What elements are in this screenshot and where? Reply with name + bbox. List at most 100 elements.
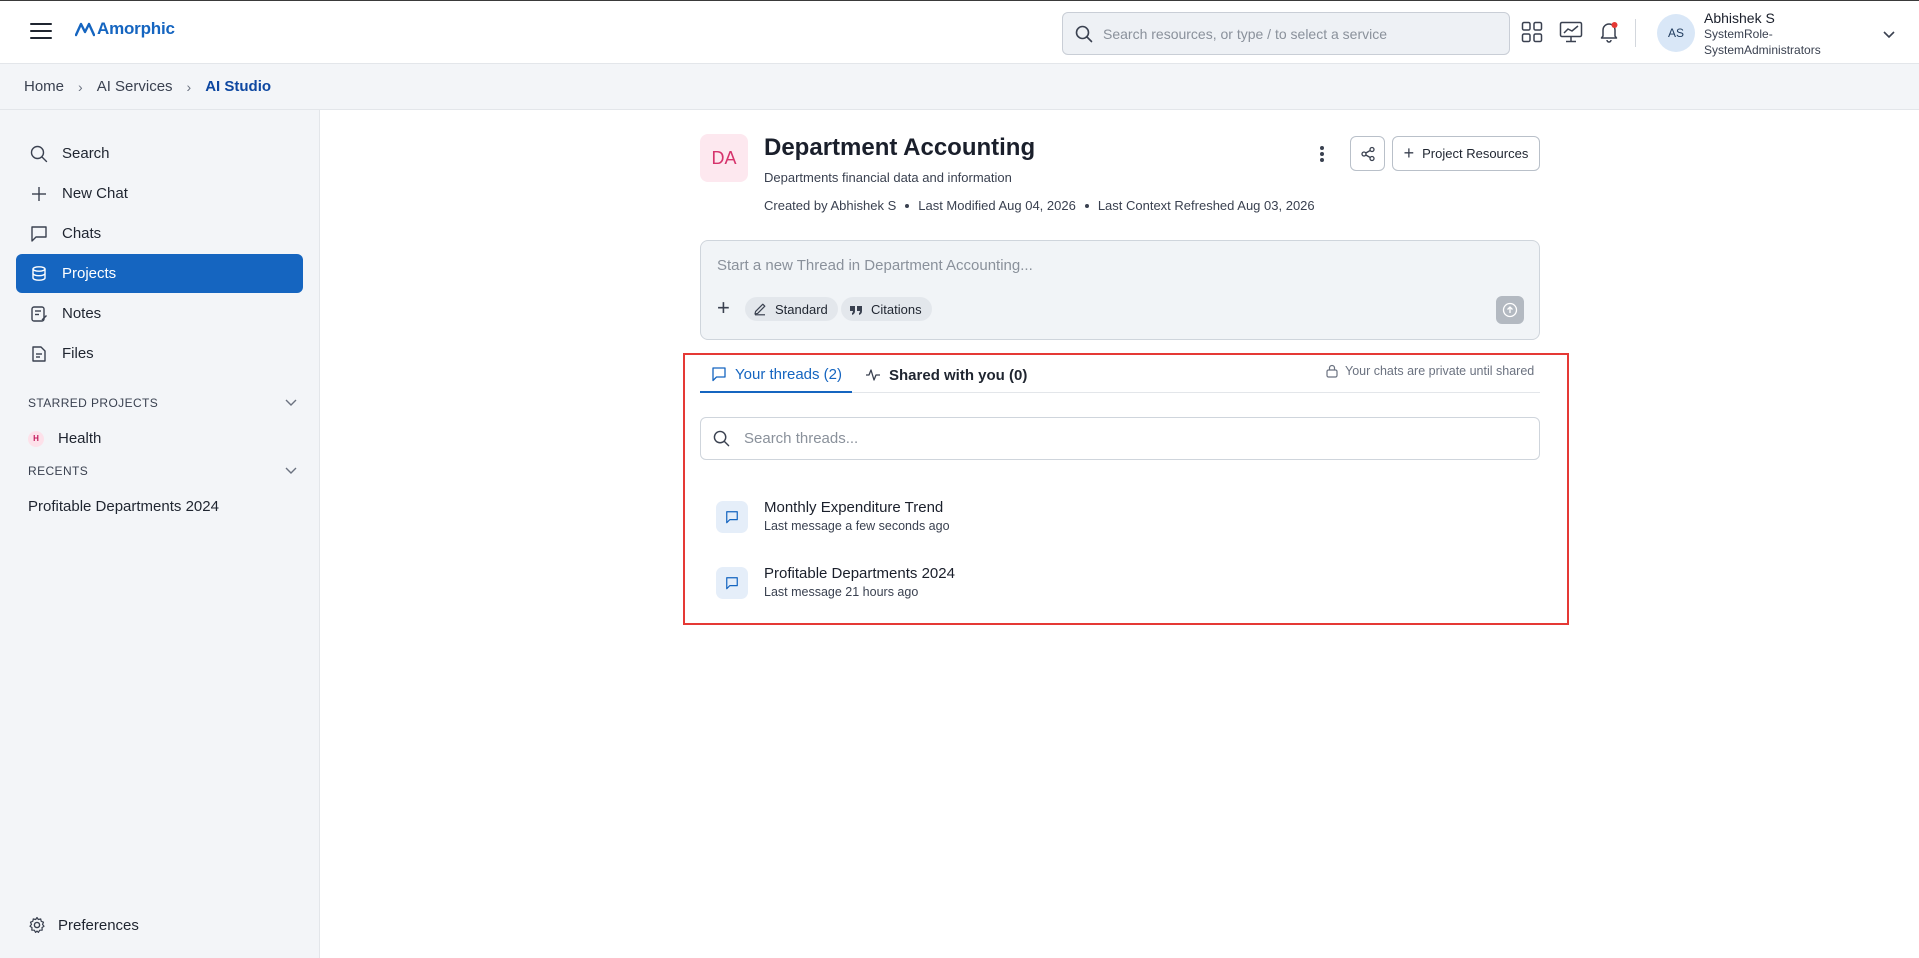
plus-icon: + [1403,143,1415,163]
starred-projects-heading[interactable]: STARRED PROJECTS [28,396,298,410]
recents-heading[interactable]: RECENTS [28,464,298,478]
gear-icon [29,916,45,933]
tab-shared-with-you[interactable]: Shared with you (0) [865,357,1027,393]
project-meta: Created by Abhishek S Last Modified Aug … [764,198,1315,213]
sidebar-item-search[interactable]: Search [16,134,303,173]
thread-last-message: Last message 21 hours ago [764,585,919,599]
preferences-label: Preferences [58,916,139,934]
created-by: Created by Abhishek S [764,198,897,213]
recents-label: RECENTS [28,464,89,478]
citations-chip[interactable]: Citations [841,297,932,321]
global-search-input[interactable] [1103,25,1493,42]
add-attachment-icon[interactable]: + [717,297,730,319]
dashboard-chart-icon[interactable] [1559,21,1583,45]
starred-project-health[interactable]: H Health [28,430,101,447]
thread-search-input[interactable] [744,430,1534,447]
starred-project-label: Health [58,430,102,447]
sidebar-item-label: Chats [62,225,102,242]
sidebar-item-label: Search [62,145,110,162]
chat-bubble-icon [716,567,748,599]
thread-item[interactable]: Profitable Departments 2024 Last message… [716,561,1536,605]
privacy-note: Your chats are private until shared [1325,364,1534,378]
starred-projects-label: STARRED PROJECTS [28,396,159,410]
chat-bubble-icon [31,225,47,242]
thread-composer: + Standard Citations [700,240,1540,340]
arrow-up-icon [1502,302,1518,318]
project-badge: H [28,430,44,447]
thread-title: Profitable Departments 2024 [764,565,955,582]
user-info[interactable]: Abhishek S SystemRole- SystemAdministrat… [1704,10,1821,58]
breadcrumb-ai-studio: AI Studio [205,78,272,95]
chat-bubble-icon [716,501,748,533]
page-title: Department Accounting [764,134,1036,161]
last-context-refreshed: Last Context Refreshed Aug 03, 2026 [1097,198,1315,213]
file-icon [32,345,46,362]
sidebar-item-label: New Chat [62,185,128,202]
more-options-icon[interactable] [1314,144,1330,164]
chip-citations-label: Citations [871,301,922,317]
tab-your-threads-label: Your threads (2) [735,365,843,383]
hamburger-menu-icon[interactable] [30,23,52,41]
lock-icon [1326,364,1338,378]
send-button[interactable] [1496,296,1524,324]
breadcrumb-ai-services[interactable]: AI Services [97,78,173,95]
sidebar-item-projects[interactable]: Projects [16,254,303,293]
thread-last-message: Last message a few seconds ago [764,519,950,533]
user-name: Abhishek S [1704,10,1775,26]
sidebar-item-files[interactable]: Files [16,334,303,373]
recent-item[interactable]: Profitable Departments 2024 [28,498,219,515]
logo-icon [75,22,95,37]
project-description: Departments financial data and informati… [764,170,1012,185]
chat-bubble-icon [712,367,726,382]
tab-your-threads[interactable]: Your threads (2) [700,357,852,393]
breadcrumb-home[interactable]: Home [24,78,64,95]
project-resources-label: Project Resources [1422,146,1529,161]
chip-standard-label: Standard [775,301,828,317]
chevron-right-icon: › [186,78,192,95]
user-role-line2: SystemAdministrators [1704,43,1821,57]
sidebar-item-chats[interactable]: Chats [16,214,303,253]
top-bar: Amorphic AS Abhishek S SystemRole- Syste… [0,0,1919,64]
sidebar-item-notes[interactable]: Notes [16,294,303,333]
chevron-right-icon: › [78,78,83,95]
global-search[interactable] [1062,12,1510,55]
bell-icon[interactable] [1598,21,1622,45]
sidebar-item-new-chat[interactable]: New Chat [16,174,303,213]
new-thread-input[interactable] [717,257,1507,281]
quote-icon [850,306,862,315]
search-icon [713,430,730,447]
project-resources-button[interactable]: + Project Resources [1392,136,1540,171]
preferences-button[interactable]: Preferences [28,916,139,934]
separator-dot [905,203,910,208]
plus-icon [32,186,46,201]
sidebar-item-label: Projects [62,265,117,282]
breadcrumb: Home › AI Services › AI Studio [0,64,1919,110]
sidebar: Search New Chat Chats Projects Notes Fil… [0,110,320,958]
sidebar-item-label: Notes [62,305,102,322]
topbar-divider [1635,19,1636,47]
thread-item[interactable]: Monthly Expenditure Trend Last message a… [716,495,1536,539]
search-icon [30,145,48,162]
search-icon [1075,25,1093,42]
apps-grid-icon[interactable] [1521,21,1545,45]
project-avatar: DA [700,134,748,182]
pencil-icon [754,303,766,316]
logo-text: Amorphic [97,19,175,38]
mode-standard-chip[interactable]: Standard [745,297,838,321]
sidebar-item-label: Files [62,345,94,362]
thread-text: Profitable Departments 2024 Last message… [764,564,955,602]
chevron-down-icon [285,399,297,406]
last-modified: Last Modified Aug 04, 2026 [918,198,1076,213]
chevron-down-icon [285,467,297,474]
user-avatar[interactable]: AS [1657,14,1695,52]
projects-icon [32,265,46,281]
privacy-note-text: Your chats are private until shared [1345,364,1535,378]
share-icon [1360,146,1375,161]
thread-title: Monthly Expenditure Trend [764,499,944,516]
notes-icon [31,305,47,322]
thread-search[interactable] [700,417,1540,460]
share-button[interactable] [1350,136,1385,171]
app-logo[interactable]: Amorphic [75,19,175,39]
chevron-down-icon[interactable] [1882,27,1896,45]
tab-shared-label: Shared with you (0) [889,366,1028,384]
